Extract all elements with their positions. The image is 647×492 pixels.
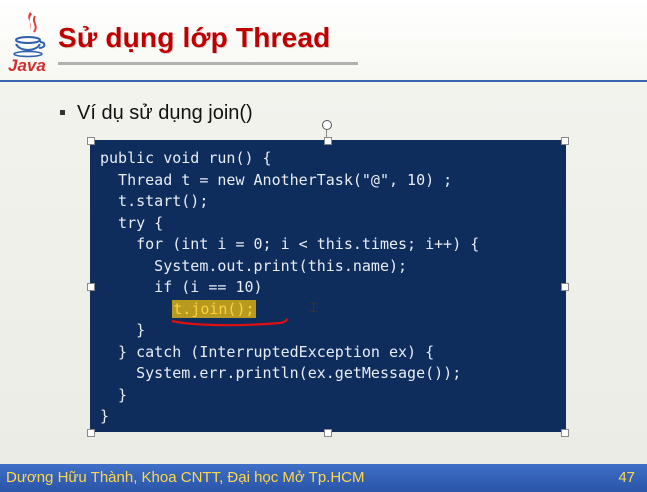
bullet-square-icon <box>60 110 65 115</box>
selection-handle-bottom-right[interactable] <box>561 429 569 437</box>
code-before: public void run() { Thread t = new Anoth… <box>100 149 480 296</box>
selection-handle-bottom-left[interactable] <box>87 429 95 437</box>
selection-handle-top-left[interactable] <box>87 137 95 145</box>
code-highlight-join: t.join(); <box>172 299 256 318</box>
footer-author: Dương Hữu Thành, Khoa CNTT, Đại học Mở T… <box>6 469 365 486</box>
code-text: public void run() { Thread t = new Anoth… <box>100 148 479 428</box>
code-block[interactable]: public void run() { Thread t = new Anoth… <box>90 140 566 432</box>
text-cursor-icon: Ɪ <box>310 301 318 316</box>
selection-handle-bottom[interactable] <box>324 429 332 437</box>
slide-title: Sử dụng lớp Thread <box>58 22 331 53</box>
bullet-text: Ví dụ sử dụng join() <box>77 102 253 124</box>
code-after: } } catch (InterruptedException ex) { Sy… <box>100 321 462 425</box>
selection-handle-left[interactable] <box>87 283 95 291</box>
java-logo-label: Java <box>8 56 46 75</box>
title-divider <box>58 62 358 65</box>
selection-handle-right[interactable] <box>561 283 569 291</box>
page-number: 47 <box>618 469 635 486</box>
red-underline-annotation <box>171 318 288 327</box>
slide-footer: Dương Hữu Thành, Khoa CNTT, Đại học Mở T… <box>0 464 647 492</box>
rotate-handle-icon[interactable] <box>322 120 332 130</box>
bullet-item: Ví dụ sử dụng join() <box>60 102 253 125</box>
slide-header: Java Sử dụng lớp Thread <box>0 0 647 82</box>
selection-handle-top-right[interactable] <box>561 137 569 145</box>
selection-handle-top[interactable] <box>324 137 332 145</box>
